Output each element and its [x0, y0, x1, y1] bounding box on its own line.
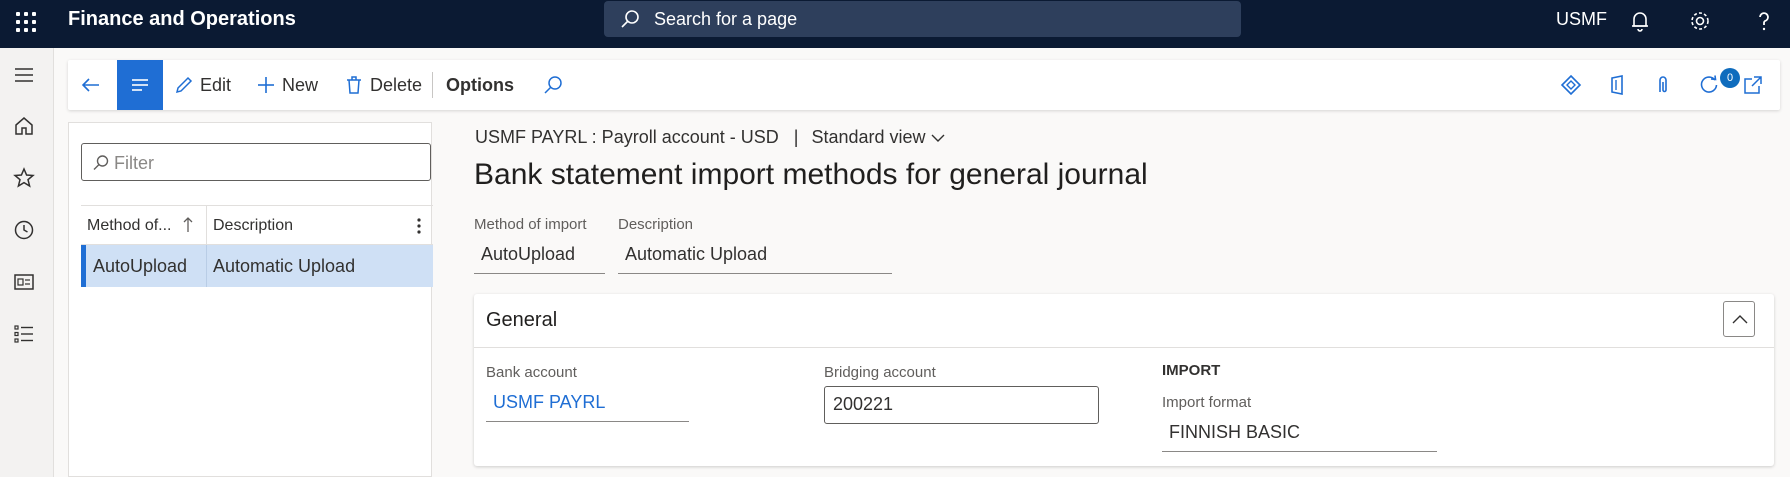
delete-button[interactable]: Delete: [344, 60, 422, 110]
app-launcher-icon[interactable]: [14, 10, 38, 34]
bank-account-field[interactable]: USMF PAYRL: [486, 388, 689, 422]
action-pane: Edit New Delete Options 0: [68, 60, 1780, 110]
refresh-icon[interactable]: [1698, 74, 1720, 96]
gear-icon[interactable]: [1688, 9, 1712, 33]
description-field[interactable]: Automatic Upload: [618, 240, 892, 274]
more-options-vertical-icon[interactable]: [415, 216, 423, 236]
selected-row-indicator: [81, 245, 86, 287]
record-caption: USMF PAYRL : Payroll account - USD | Sta…: [475, 127, 945, 148]
edit-label: Edit: [200, 74, 232, 95]
search-placeholder: Search for a page: [654, 9, 798, 29]
help-icon[interactable]: [1752, 9, 1776, 33]
new-button[interactable]: New: [256, 60, 318, 110]
column-header-method[interactable]: Method of...: [87, 217, 172, 235]
left-navigation: [0, 48, 54, 477]
modules-list-icon[interactable]: [12, 322, 36, 346]
hamburger-menu-icon[interactable]: [12, 63, 36, 87]
table-row[interactable]: AutoUpload Automatic Upload: [81, 245, 433, 287]
collapse-button[interactable]: [1723, 301, 1755, 337]
general-fasttab: General Bank account USMF PAYRL Bridging…: [474, 294, 1774, 466]
toolbar-divider: [432, 72, 433, 98]
back-button[interactable]: [80, 60, 108, 110]
grid-header: Method of... Description: [81, 205, 433, 246]
home-icon[interactable]: [12, 114, 36, 138]
search-icon: [621, 10, 639, 28]
general-fasttab-title: General: [486, 309, 558, 331]
column-separator: [206, 245, 207, 287]
new-label: New: [282, 74, 319, 95]
chevron-up-icon: [1732, 315, 1748, 324]
caption-text: USMF PAYRL : Payroll account - USD: [475, 127, 779, 147]
top-bar: Finance and Operations Search for a page…: [0, 0, 1790, 48]
favorites-star-icon[interactable]: [12, 166, 36, 190]
edit-button[interactable]: Edit: [174, 60, 231, 110]
app-title[interactable]: Finance and Operations: [68, 8, 296, 31]
method-of-import-field[interactable]: AutoUpload: [474, 240, 605, 274]
pencil-icon: [175, 76, 193, 94]
attachment-paperclip-icon[interactable]: [1652, 74, 1674, 96]
power-apps-diamond-icon[interactable]: [1560, 74, 1582, 96]
filter-input[interactable]: Filter: [81, 143, 431, 181]
search-box[interactable]: Search for a page: [604, 1, 1241, 37]
view-label: Standard view: [811, 127, 926, 147]
view-selector[interactable]: Standard view: [811, 127, 945, 147]
page-title: Bank statement import methods for genera…: [474, 158, 1148, 191]
bank-account-label: Bank account: [486, 364, 577, 381]
sort-ascending-arrow-icon[interactable]: [181, 216, 195, 234]
company-picker[interactable]: USMF: [1556, 9, 1607, 30]
description-label: Description: [618, 216, 694, 233]
bridging-account-label: Bridging account: [824, 364, 936, 381]
trash-icon: [347, 76, 361, 94]
lines-icon: [132, 79, 148, 91]
import-group-heading: IMPORT: [1162, 362, 1221, 379]
find-button[interactable]: [542, 60, 570, 110]
attachment-count-badge: 0: [1720, 68, 1740, 88]
recent-clock-icon[interactable]: [12, 218, 36, 242]
row-description-cell[interactable]: Automatic Upload: [213, 256, 355, 277]
method-of-import-label: Method of import: [474, 216, 587, 233]
import-format-field[interactable]: FINNISH BASIC: [1162, 418, 1437, 452]
chevron-down-icon: [931, 134, 945, 142]
search-icon: [93, 155, 109, 171]
workspaces-icon[interactable]: [12, 270, 36, 294]
office-icon[interactable]: [1606, 74, 1628, 96]
column-header-description[interactable]: Description: [213, 217, 293, 235]
caption-separator: |: [793, 127, 799, 147]
delete-label: Delete: [370, 74, 423, 95]
bell-icon[interactable]: [1628, 9, 1652, 33]
filter-placeholder: Filter: [114, 153, 154, 173]
general-fasttab-header[interactable]: General: [474, 294, 1774, 348]
import-format-label: Import format: [1162, 394, 1252, 411]
column-separator: [206, 206, 207, 246]
search-icon: [544, 76, 562, 94]
plus-icon: [258, 77, 274, 93]
bridging-account-input[interactable]: 200221: [824, 386, 1099, 424]
row-method-cell[interactable]: AutoUpload: [93, 256, 187, 277]
options-tab[interactable]: Options: [446, 60, 514, 110]
navigation-list-panel: Filter Method of... Description AutoUplo…: [68, 122, 433, 477]
list-view-toggle-button[interactable]: [117, 60, 163, 110]
open-in-new-window-icon[interactable]: [1742, 74, 1764, 96]
back-arrow-icon: [81, 78, 99, 92]
